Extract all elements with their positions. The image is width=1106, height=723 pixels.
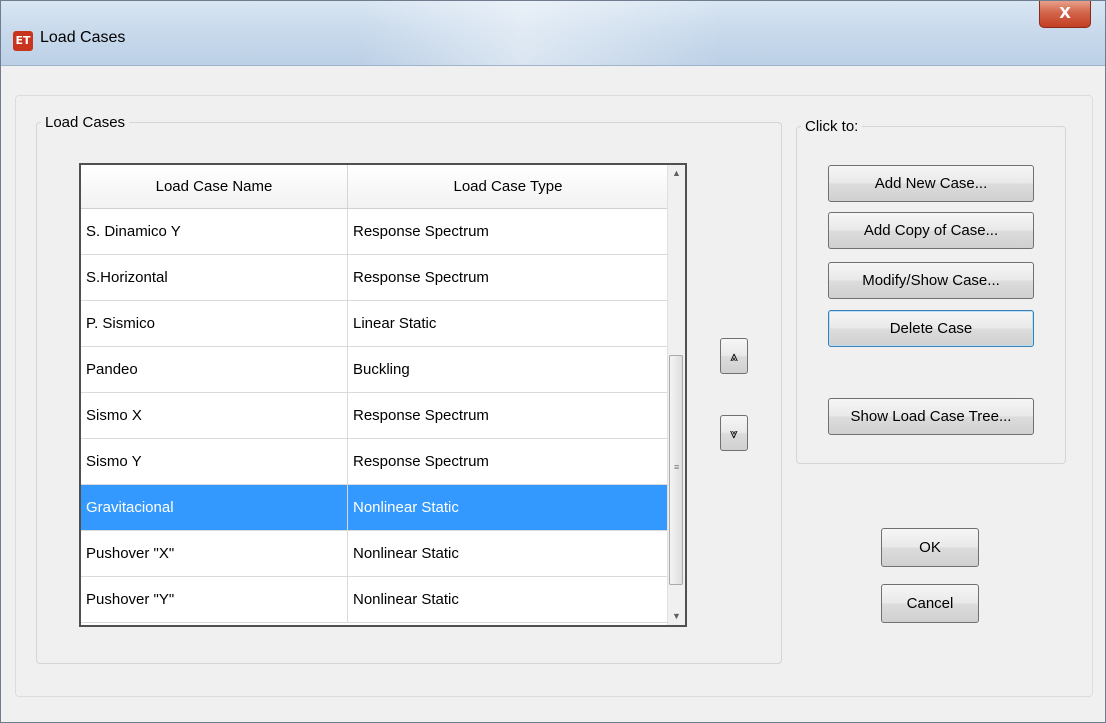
modify-show-case-button[interactable]: Modify/Show Case... xyxy=(828,262,1034,299)
load-case-type-cell[interactable]: Nonlinear Static xyxy=(347,530,669,577)
table-row[interactable]: S.Horizontal Response Spectrum xyxy=(81,254,669,301)
load-case-type-cell[interactable]: Linear Static xyxy=(347,300,669,347)
move-down-button[interactable]: ⩔ xyxy=(720,415,748,451)
ok-button[interactable]: OK xyxy=(881,528,979,567)
double-chevron-up-icon: ⩓ xyxy=(730,348,738,364)
title-bar-shine xyxy=(361,1,721,65)
load-case-type-cell[interactable]: Response Spectrum xyxy=(347,254,669,301)
load-cases-grid[interactable]: Load Case Name Load Case Type S. Dinamic… xyxy=(79,163,687,627)
load-case-name-cell[interactable]: S.Horizontal xyxy=(81,254,348,301)
load-case-name-cell[interactable]: Sismo X xyxy=(81,392,348,439)
load-case-type-cell[interactable]: Buckling xyxy=(347,346,669,393)
column-header-load-case-name[interactable]: Load Case Name xyxy=(81,165,348,209)
scrollbar-thumb[interactable]: ≡ xyxy=(669,355,683,585)
table-row[interactable]: Pandeo Buckling xyxy=(81,346,669,393)
load-case-type-cell[interactable]: Response Spectrum xyxy=(347,438,669,485)
column-header-load-case-type[interactable]: Load Case Type xyxy=(347,165,669,209)
load-case-type-cell[interactable]: Response Spectrum xyxy=(347,208,669,255)
table-header-row: Load Case Name Load Case Type xyxy=(81,165,669,209)
etabs-app-icon: ET xyxy=(13,31,33,51)
table-row[interactable]: Sismo Y Response Spectrum xyxy=(81,438,669,485)
load-case-name-cell[interactable]: Pushover "X" xyxy=(81,530,348,577)
load-case-name-cell[interactable]: S. Dinamico Y xyxy=(81,208,348,255)
grid-vertical-scrollbar[interactable]: ▲ ≡ ▼ xyxy=(667,165,685,625)
table-row[interactable]: S. Dinamico Y Response Spectrum xyxy=(81,208,669,255)
table-row[interactable]: Sismo X Response Spectrum xyxy=(81,392,669,439)
click-to-legend: Click to: xyxy=(805,118,859,135)
add-new-case-button[interactable]: Add New Case... xyxy=(828,165,1034,202)
table-row[interactable]: Pushover "X" Nonlinear Static xyxy=(81,530,669,577)
title-bar[interactable]: ET Load Cases X xyxy=(1,1,1105,66)
load-case-name-cell[interactable]: P. Sismico xyxy=(81,300,348,347)
load-cases-table: Load Case Name Load Case Type S. Dinamic… xyxy=(81,165,669,623)
load-case-name-cell[interactable]: Pushover "Y" xyxy=(81,576,348,623)
load-case-name-cell[interactable]: Gravitacional xyxy=(81,484,348,531)
load-case-name-cell[interactable]: Sismo Y xyxy=(81,438,348,485)
show-load-case-tree-button[interactable]: Show Load Case Tree... xyxy=(828,398,1034,435)
scrollbar-grip-icon: ≡ xyxy=(674,462,680,472)
load-case-name-cell[interactable]: Pandeo xyxy=(81,346,348,393)
load-case-type-cell[interactable]: Nonlinear Static xyxy=(347,576,669,623)
double-chevron-down-icon: ⩔ xyxy=(730,425,738,441)
cancel-button[interactable]: Cancel xyxy=(881,584,979,623)
scroll-up-arrow-icon[interactable]: ▲ xyxy=(668,165,685,182)
load-cases-rows: S. Dinamico Y Response Spectrum S.Horizont… xyxy=(81,208,669,623)
scroll-down-arrow-icon[interactable]: ▼ xyxy=(668,608,685,625)
table-row[interactable]: P. Sismico Linear Static xyxy=(81,300,669,347)
load-case-type-cell[interactable]: Nonlinear Static xyxy=(347,484,669,531)
close-button[interactable]: X xyxy=(1039,1,1091,28)
load-case-type-cell[interactable]: Response Spectrum xyxy=(347,392,669,439)
table-row[interactable]: Gravitacional Nonlinear Static xyxy=(81,484,669,531)
delete-case-button[interactable]: Delete Case xyxy=(828,310,1034,347)
add-copy-of-case-button[interactable]: Add Copy of Case... xyxy=(828,212,1034,249)
window-title: Load Cases xyxy=(40,29,126,46)
move-up-button[interactable]: ⩓ xyxy=(720,338,748,374)
load-cases-legend: Load Cases xyxy=(45,114,126,131)
table-row[interactable]: Pushover "Y" Nonlinear Static xyxy=(81,576,669,623)
